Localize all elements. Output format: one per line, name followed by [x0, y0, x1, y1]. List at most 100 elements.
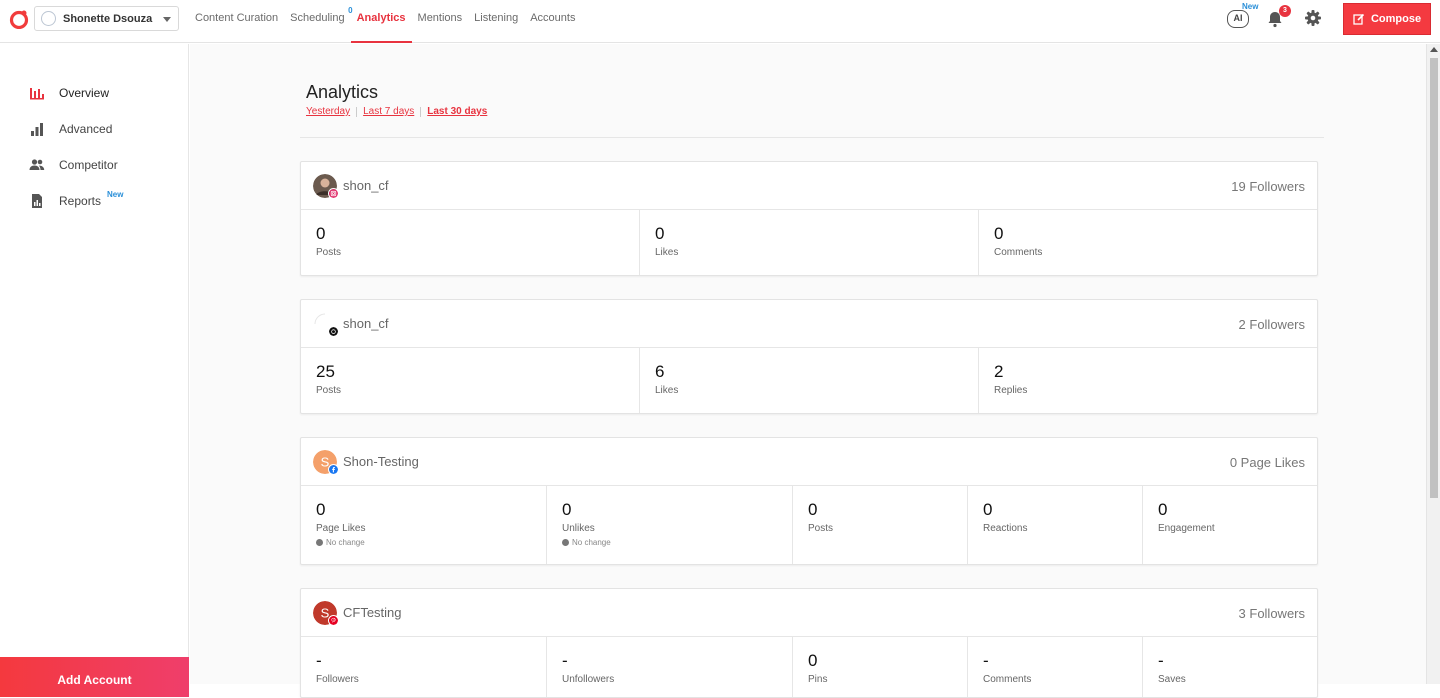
account-name[interactable]: CFTesting: [343, 605, 402, 620]
change-text: No change: [326, 538, 365, 547]
main-content: Analytics Yesterday Last 7 days Last 30 …: [190, 44, 1426, 698]
range-last-30-days[interactable]: Last 30 days: [427, 106, 487, 117]
date-range-selector: Yesterday Last 7 days Last 30 days: [306, 106, 487, 117]
stat-label: Posts: [808, 523, 834, 534]
add-account-button[interactable]: Add Account: [0, 657, 189, 697]
page-title: Analytics: [306, 82, 379, 102]
instagram-icon: [328, 188, 339, 199]
account-name[interactable]: Shon-Testing: [343, 454, 419, 469]
stat-value: -: [316, 651, 322, 670]
sidebar: Overview Advanced Competitor Reports New…: [0, 44, 189, 697]
stat-value: -: [562, 651, 568, 670]
user-switcher-dropdown[interactable]: Shonette Dsouza: [34, 6, 179, 31]
stat-label: Comments: [983, 674, 1032, 685]
account-card-threads: shon_cf 2 Followers 25 Posts 6 Likes 2 R…: [300, 299, 1318, 414]
stat-label: Comments: [994, 247, 1043, 258]
nav-content-curation[interactable]: Content Curation: [189, 0, 284, 43]
stat-posts: 0 Posts: [793, 486, 968, 564]
sidebar-item-competitor[interactable]: Competitor: [29, 156, 118, 174]
stat-unlikes: 0 Unlikes No change: [547, 486, 793, 564]
threads-icon: [328, 326, 339, 337]
stat-comments: 0 Comments: [979, 210, 1317, 275]
stat-label: Unfollowers: [562, 674, 615, 685]
scrollbar-thumb[interactable]: [1430, 58, 1438, 498]
nav-label: Scheduling: [290, 12, 345, 24]
stat-value: 2: [994, 362, 1004, 381]
change-text: No change: [572, 538, 611, 547]
stat-posts: 0 Posts: [301, 210, 640, 275]
stat-label: Unlikes: [562, 523, 595, 534]
stat-value: 0: [316, 224, 326, 243]
ai-assistant-button[interactable]: AI: [1227, 10, 1249, 28]
stat-label: Posts: [316, 247, 342, 258]
stat-unfollowers: - Unfollowers: [547, 637, 793, 697]
divider: [420, 106, 422, 117]
facebook-icon: [328, 464, 339, 475]
scroll-up-icon[interactable]: [1430, 47, 1438, 52]
people-icon: [29, 159, 45, 170]
neutral-dot-icon: [316, 539, 323, 546]
nav-label: Content Curation: [195, 12, 279, 24]
page-likes-count: 0 Page Likes: [1229, 455, 1305, 470]
sidebar-item-overview[interactable]: Overview: [29, 84, 109, 102]
stat-label: Likes: [655, 247, 679, 258]
stat-value: 0: [994, 224, 1004, 243]
sidebar-item-advanced[interactable]: Advanced: [29, 120, 112, 138]
gear-icon[interactable]: [1304, 9, 1322, 27]
stat-value: 0: [808, 500, 818, 519]
nav-mentions[interactable]: Mentions: [412, 0, 469, 43]
stat-posts: 25 Posts: [301, 348, 640, 413]
stat-label: Replies: [994, 385, 1028, 396]
signal-bars-icon: [31, 123, 43, 136]
stat-saves: - Saves: [1143, 637, 1317, 697]
stat-reactions: 0 Reactions: [968, 486, 1143, 564]
analytics-header: Analytics Yesterday Last 7 days Last 30 …: [300, 44, 1324, 138]
divider: [356, 106, 358, 117]
nav-analytics[interactable]: Analytics: [350, 0, 412, 43]
stat-value: 0: [562, 500, 572, 519]
follower-count: 2 Followers: [1238, 317, 1305, 332]
app-logo-icon[interactable]: [9, 9, 29, 29]
reports-new-badge: New: [107, 190, 124, 199]
account-name[interactable]: shon_cf: [343, 316, 389, 331]
card-header: S CFTesting 3 Followers: [301, 589, 1317, 637]
top-navbar: Shonette Dsouza Content Curation Schedul…: [0, 0, 1440, 43]
nav-label: Listening: [474, 12, 519, 24]
stat-comments: - Comments: [968, 637, 1143, 697]
stat-value: 0: [655, 224, 665, 243]
bar-chart-icon: [30, 88, 44, 100]
sidebar-item-label: Competitor: [59, 158, 118, 172]
stat-label: Followers: [316, 674, 359, 685]
follower-count: 3 Followers: [1238, 606, 1305, 621]
nav-listening[interactable]: Listening: [468, 0, 524, 43]
nav-scheduling[interactable]: Scheduling 0: [284, 0, 352, 43]
user-name: Shonette Dsouza: [63, 12, 153, 25]
stat-change: No change: [316, 538, 546, 547]
vertical-scrollbar[interactable]: [1426, 44, 1440, 684]
stat-page-likes: 0 Page Likes No change: [301, 486, 547, 564]
user-avatar-icon: [41, 11, 56, 26]
account-name[interactable]: shon_cf: [343, 178, 389, 193]
sidebar-item-label: Overview: [59, 86, 110, 100]
stat-label: Saves: [1158, 674, 1186, 685]
stats-row: - Followers - Unfollowers 0 Pins - Comme…: [301, 637, 1317, 697]
stat-value: 0: [1158, 500, 1168, 519]
card-header: shon_cf 19 Followers: [301, 162, 1317, 210]
range-yesterday[interactable]: Yesterday: [306, 106, 350, 117]
range-last-7-days[interactable]: Last 7 days: [363, 106, 414, 117]
stat-replies: 2 Replies: [979, 348, 1317, 413]
stat-label: Pins: [808, 674, 828, 685]
stat-label: Reactions: [983, 523, 1028, 534]
sidebar-item-reports[interactable]: Reports: [29, 192, 101, 210]
stat-value: 0: [808, 651, 818, 670]
stat-label: Likes: [655, 385, 679, 396]
nav-accounts[interactable]: Accounts: [524, 0, 581, 43]
stat-likes: 0 Likes: [640, 210, 979, 275]
account-card-pinterest: S CFTesting 3 Followers - Followers - Un…: [300, 588, 1318, 698]
notification-count-badge: 3: [1279, 5, 1291, 17]
stat-likes: 6 Likes: [640, 348, 979, 413]
stat-value: -: [983, 651, 989, 670]
compose-button[interactable]: Compose: [1343, 3, 1431, 35]
stats-row: 0 Posts 0 Likes 0 Comments: [301, 210, 1317, 275]
main-nav: Content Curation Scheduling 0 Analytics M…: [189, 0, 581, 43]
